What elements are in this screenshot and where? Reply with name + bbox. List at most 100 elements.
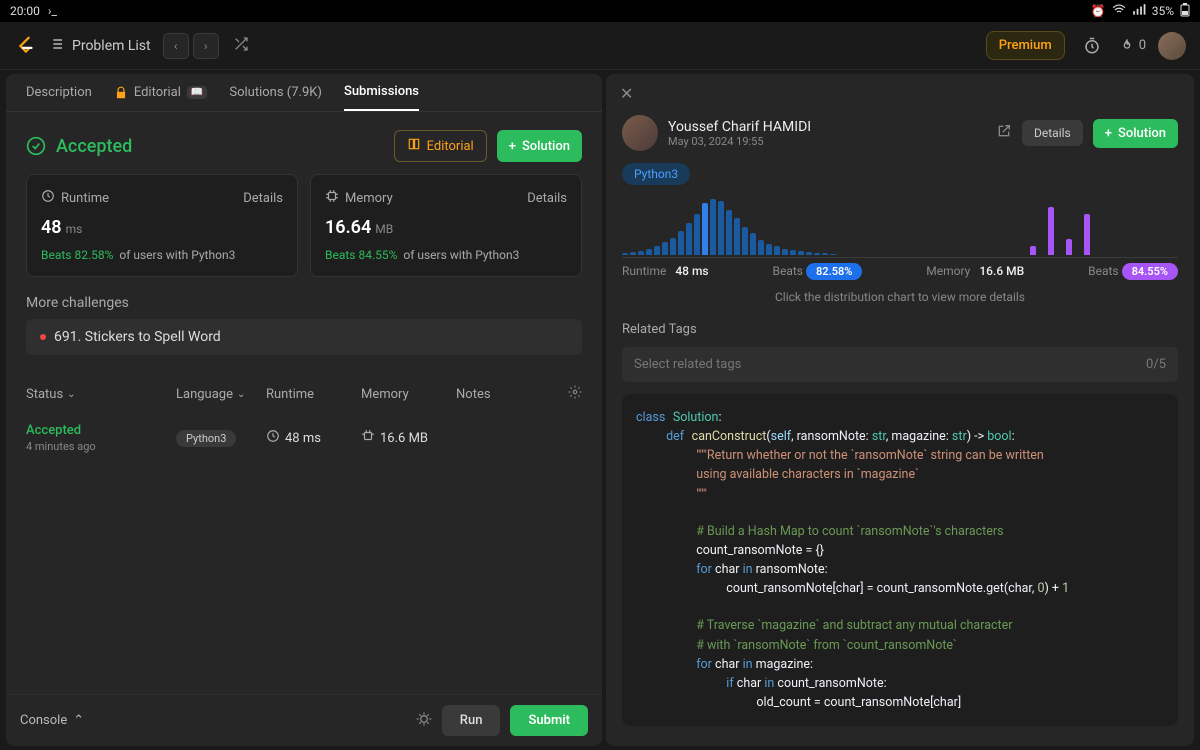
book-icon <box>407 137 421 155</box>
streak-indicator[interactable]: 0 <box>1119 38 1146 54</box>
runtime-unit: ms <box>66 222 83 236</box>
tags-count: 0/5 <box>1146 357 1166 372</box>
language-chip[interactable]: Python3 <box>622 163 690 185</box>
submissions-table: Status ⌄ Language ⌄ Runtime Memory Notes… <box>6 369 602 463</box>
leetcode-logo-icon[interactable] <box>14 35 36 57</box>
editorial-button[interactable]: Editorial <box>394 130 487 162</box>
tags-placeholder: Select related tags <box>634 357 741 372</box>
alarm-icon: ⏰ <box>1091 4 1106 18</box>
timer-icon[interactable] <box>1077 31 1107 61</box>
clock-icon <box>41 189 55 207</box>
shuffle-icon[interactable] <box>233 36 249 56</box>
runtime-details-link[interactable]: Details <box>243 191 283 206</box>
battery-text: 35% <box>1152 4 1174 18</box>
chart-beats2-label: Beats <box>1088 264 1119 278</box>
runtime-label: Runtime <box>61 191 109 206</box>
premium-button[interactable]: Premium <box>986 31 1065 60</box>
plus-icon: + <box>1105 126 1112 141</box>
challenge-title: 691. Stickers to Spell Word <box>54 329 221 345</box>
battery-icon <box>1180 3 1190 20</box>
chart-runtime-value: 48 ms <box>675 264 708 278</box>
memory-details-link[interactable]: Details <box>527 191 567 206</box>
runtime-beats: Beats 82.58% of users with Python3 <box>41 248 283 262</box>
challenge-chip[interactable]: 691. Stickers to Spell Word <box>26 319 582 355</box>
console-footer: Console ⌃ Run Submit <box>6 694 602 746</box>
accepted-status: Accepted <box>56 136 132 157</box>
row-age: 4 minutes ago <box>26 440 176 453</box>
check-circle-icon <box>26 136 46 156</box>
console-toggle[interactable]: Console ⌃ <box>20 713 84 728</box>
status-time: 20:00 <box>10 4 40 18</box>
col-language[interactable]: Language ⌄ <box>176 387 266 402</box>
chart-runtime-label: Runtime <box>622 264 666 278</box>
tab-description[interactable]: Description <box>26 84 92 111</box>
run-button[interactable]: Run <box>442 705 501 736</box>
distribution-chart[interactable]: Runtime 48 ms Beats 82.58% Memory 16.6 M… <box>606 195 1194 286</box>
wifi-icon <box>1112 3 1126 20</box>
chip-icon <box>325 189 339 207</box>
external-link-icon[interactable] <box>996 123 1012 143</box>
memory-value: 16.64 <box>325 217 371 238</box>
row-memory: 16.6 MB <box>380 431 428 446</box>
col-status[interactable]: Status ⌄ <box>26 387 176 402</box>
streak-count: 0 <box>1139 38 1146 53</box>
row-lang-chip: Python3 <box>176 430 236 447</box>
app-topbar: Problem List ‹ › Premium 0 <box>0 22 1200 70</box>
chevron-down-icon: ⌄ <box>67 389 75 400</box>
runtime-beats-pill: 82.58% <box>806 263 862 280</box>
device-statusbar: 20:00 ›_ ⏰ 35% <box>0 0 1200 22</box>
runtime-card[interactable]: Runtime Details 48 ms Beats 82.58% of us… <box>26 174 298 277</box>
table-row[interactable]: Accepted 4 minutes ago Python3 48 ms 16.… <box>26 413 582 463</box>
tab-editorial-label: Editorial <box>134 85 181 100</box>
close-icon[interactable]: ✕ <box>620 84 633 103</box>
list-icon <box>48 36 64 56</box>
row-status: Accepted <box>26 423 176 438</box>
chart-beats1-label: Beats <box>773 264 804 278</box>
memory-beats: Beats 84.55% of users with Python3 <box>325 248 567 262</box>
submit-button[interactable]: Submit <box>510 705 588 736</box>
col-notes[interactable]: Notes <box>456 387 558 402</box>
tags-input[interactable]: Select related tags 0/5 <box>622 347 1178 382</box>
runtime-value: 48 <box>41 217 62 238</box>
memory-unit: MB <box>375 222 393 236</box>
col-runtime[interactable]: Runtime <box>266 387 361 402</box>
editorial-badge-icon: 📖 <box>187 86 207 99</box>
bug-icon[interactable] <box>416 711 432 731</box>
chart-hint: Click the distribution chart to view mor… <box>606 286 1194 316</box>
col-memory[interactable]: Memory <box>361 387 456 402</box>
difficulty-hard-dot-icon <box>40 334 46 340</box>
prev-problem-button[interactable]: ‹ <box>163 33 189 59</box>
memory-label: Memory <box>345 191 393 206</box>
terminal-icon: ›_ <box>48 4 57 18</box>
left-panel: Description Editorial 📖 Solutions (7.9K)… <box>6 74 602 746</box>
lock-icon <box>114 86 128 100</box>
user-avatar[interactable] <box>1158 32 1186 60</box>
code-block[interactable]: class Solution: def canConstruct(self, r… <box>622 394 1178 726</box>
chevron-up-icon: ⌃ <box>73 713 84 728</box>
plus-icon: + <box>509 139 516 154</box>
clock-icon <box>266 429 280 447</box>
chart-memory-label: Memory <box>926 264 970 278</box>
gear-icon[interactable] <box>558 385 582 403</box>
more-challenges-heading: More challenges <box>6 277 602 319</box>
chip-icon <box>361 429 375 447</box>
right-panel: ✕ Youssef Charif HAMIDI May 03, 2024 19:… <box>606 74 1194 746</box>
problem-list-label: Problem List <box>72 38 151 54</box>
author-name: Youssef Charif HAMIDI <box>668 119 811 135</box>
details-button[interactable]: Details <box>1022 120 1083 146</box>
tab-bar: Description Editorial 📖 Solutions (7.9K)… <box>6 74 602 112</box>
tab-submissions[interactable]: Submissions <box>344 84 419 111</box>
row-runtime: 48 ms <box>285 431 321 446</box>
chart-memory-value: 16.6 MB <box>979 264 1024 278</box>
related-tags-heading: Related Tags <box>606 316 1194 341</box>
next-problem-button[interactable]: › <box>193 33 219 59</box>
tab-solutions[interactable]: Solutions (7.9K) <box>229 84 322 111</box>
memory-beats-pill: 84.55% <box>1122 263 1178 280</box>
problem-list-link[interactable]: Problem List ‹ › <box>48 33 249 59</box>
signal-icon <box>1132 3 1146 20</box>
solution-button[interactable]: + Solution <box>497 130 582 162</box>
author-avatar[interactable] <box>622 115 658 151</box>
detail-solution-button[interactable]: + Solution <box>1093 119 1178 148</box>
tab-editorial[interactable]: Editorial 📖 <box>114 84 208 111</box>
memory-card[interactable]: Memory Details 16.64 MB Beats 84.55% of … <box>310 174 582 277</box>
